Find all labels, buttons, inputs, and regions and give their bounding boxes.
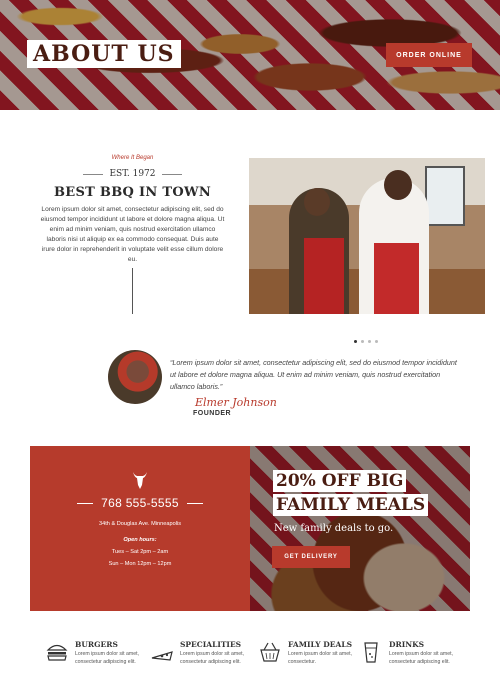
promo-headline: 20% OFF BIG: [273, 470, 407, 492]
vertical-divider: [132, 268, 133, 314]
drink-icon: [364, 642, 378, 663]
founder-avatar: [108, 350, 162, 404]
established-row: EST. 1972: [40, 169, 225, 179]
get-delivery-button[interactable]: GET DELIVERY: [272, 546, 350, 568]
founder-signature: Elmer Johnson: [195, 396, 277, 409]
category-desc: Lorem ipsum dolor sit amet, consectetur …: [180, 651, 245, 665]
category-family-deals[interactable]: FAMILY DEALS Lorem ipsum dolor sit amet,…: [258, 638, 363, 678]
menu-categories: BURGERS Lorem ipsum dolor sit amet, cons…: [45, 638, 465, 678]
phone-row: 768 555-5555: [30, 496, 250, 510]
category-desc: Lorem ipsum dolor sit amet, consectetur.: [288, 651, 353, 665]
category-burgers[interactable]: BURGERS Lorem ipsum dolor sit amet, cons…: [45, 638, 150, 678]
category-desc: Lorem ipsum dolor sit amet, consectetur …: [389, 651, 454, 665]
bull-logo-icon: [133, 472, 147, 489]
carousel-dot[interactable]: [361, 340, 364, 343]
basket-icon: [260, 642, 280, 662]
divider: [161, 173, 182, 175]
category-title: SPECIALITIES: [180, 640, 242, 649]
about-kicker: Where It Began: [111, 155, 154, 161]
photo-window: [425, 166, 465, 226]
address: 34th & Douglas Ave. Minneapolis: [99, 521, 181, 527]
hero-banner: ABOUT US ORDER ONLINE: [0, 0, 500, 110]
hours-line: Sun – Mon 12pm – 12pm: [108, 561, 172, 567]
category-title: FAMILY DEALS: [288, 640, 353, 649]
carousel-dots: [354, 340, 378, 343]
promo-headline: FAMILY MEALS: [273, 494, 429, 516]
divider: [186, 502, 203, 504]
carousel-dot[interactable]: [354, 340, 357, 343]
photo-apron: [374, 243, 419, 314]
staff-photo: [249, 158, 485, 314]
carousel-dot[interactable]: [368, 340, 371, 343]
photo-apron: [304, 238, 344, 314]
photo-head: [384, 170, 412, 200]
category-drinks[interactable]: DRINKS Lorem ipsum dolor sit amet, conse…: [359, 638, 464, 678]
category-title: DRINKS: [389, 640, 425, 649]
established-text: EST. 1972: [109, 169, 156, 179]
promo-subtitle: New family deals to go.: [274, 523, 394, 534]
order-online-button[interactable]: ORDER ONLINE: [386, 43, 472, 67]
carousel-dot[interactable]: [375, 340, 378, 343]
hours-label: Open hours:: [123, 537, 157, 543]
divider: [83, 173, 104, 175]
hours-line: Tues – Sat 2pm – 2am: [111, 549, 169, 555]
page-title: ABOUT US: [27, 40, 181, 68]
about-intro: Where It Began EST. 1972 BEST BBQ IN TOW…: [40, 155, 225, 265]
category-specialities[interactable]: SPECIALITIES Lorem ipsum dolor sit amet,…: [150, 638, 255, 678]
testimonial-quote: “Lorem ipsum dolor sit amet, consectetur…: [170, 358, 457, 391]
promo-banner: 20% OFF BIG FAMILY MEALS New family deal…: [250, 446, 470, 611]
phone-number[interactable]: 768 555-5555: [101, 496, 179, 510]
contact-panel: 768 555-5555 34th & Douglas Ave. Minneap…: [30, 446, 250, 611]
photo-head: [304, 188, 330, 216]
founder-role: FOUNDER: [193, 410, 232, 417]
about-heading: BEST BBQ IN TOWN: [53, 185, 212, 200]
category-desc: Lorem ipsum dolor sit amet, consectetur …: [75, 651, 140, 665]
about-body: Lorem ipsum dolor sit amet, consectetur …: [40, 206, 225, 263]
burger-icon: [46, 644, 68, 661]
pizza-icon: [151, 651, 173, 661]
divider: [77, 502, 94, 504]
category-title: BURGERS: [75, 640, 118, 649]
